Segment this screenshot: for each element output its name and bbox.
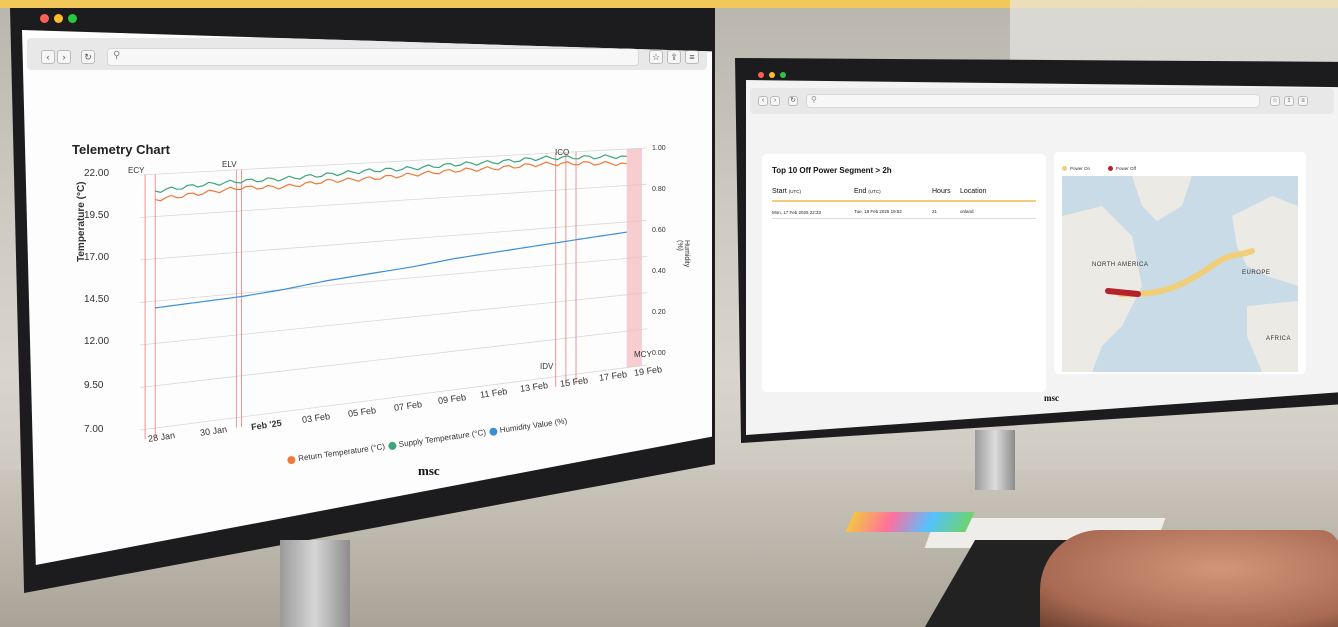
highlight-band <box>626 148 642 368</box>
land-north-america <box>1062 206 1142 372</box>
header-divider <box>772 200 1036 202</box>
legend-swatch <box>387 440 397 450</box>
gridline <box>139 256 648 303</box>
bookmark-icon[interactable]: ☆ <box>1270 96 1280 106</box>
close-window-button[interactable] <box>758 72 764 78</box>
row-divider <box>772 218 1036 219</box>
typing-hand <box>1040 530 1338 627</box>
left-window-controls <box>40 14 77 23</box>
right-screen: ‹ › ↻ ⚲ ☆ ⇪ ≡ Top 10 Off Power Segment >… <box>746 80 1338 435</box>
legend-item[interactable]: Power On <box>1070 166 1090 171</box>
column-header-location[interactable]: Location <box>960 188 986 195</box>
share-icon[interactable]: ⇪ <box>1284 96 1294 106</box>
legend-swatch <box>1062 166 1067 171</box>
marker-label: ICO <box>555 148 570 157</box>
map-legend: Power On Power Off <box>1062 166 1136 171</box>
legend-swatch <box>286 455 296 465</box>
close-window-button[interactable] <box>40 14 49 23</box>
table-cell: Mon, 17 Feb 2025 22:33 <box>772 210 822 215</box>
gridline <box>139 292 648 346</box>
off-power-table-card: Top 10 Off Power Segment > 2h Start (UTC… <box>762 154 1046 392</box>
marker-label: ECY <box>128 166 145 175</box>
marker-label: IDV <box>540 362 554 371</box>
reload-button[interactable]: ↻ <box>788 96 798 106</box>
gridline <box>139 183 648 218</box>
map-label: AFRICA <box>1266 336 1292 342</box>
maximize-window-button[interactable] <box>68 14 77 23</box>
address-bar[interactable]: ⚲ <box>806 94 1260 108</box>
legend-swatch <box>1108 166 1114 171</box>
legend-swatch <box>488 426 498 436</box>
map-label: EUROPE <box>1242 270 1271 276</box>
left-monitor-stand <box>280 540 350 627</box>
sticky-notes <box>845 512 975 532</box>
table-cell: 21 <box>932 209 938 214</box>
gridline <box>139 147 648 176</box>
marker-label: ELV <box>222 160 237 169</box>
column-header-hours[interactable]: Hours <box>932 188 951 195</box>
table-cell: onland <box>960 209 974 214</box>
menu-icon[interactable]: ≡ <box>1298 96 1308 106</box>
search-icon: ⚲ <box>811 95 817 104</box>
table-title: Top 10 Off Power Segment > 2h <box>772 166 892 175</box>
maximize-window-button[interactable] <box>780 72 786 78</box>
land-greenland <box>1132 176 1192 221</box>
right-monitor-stand <box>975 430 1015 490</box>
legend-item[interactable]: Power Off <box>1116 166 1136 171</box>
gridline <box>139 364 648 431</box>
msc-logo: msc <box>1044 393 1059 403</box>
table-cell: Tue, 18 Feb 2025 19:52 <box>854 209 902 214</box>
forward-button[interactable]: › <box>770 96 780 106</box>
minimize-window-button[interactable] <box>54 14 63 23</box>
minimize-window-button[interactable] <box>769 72 775 78</box>
power-map-card: Power On Power Off NORTH AMERICA EUROPE … <box>1054 152 1306 374</box>
browser-toolbar: ‹ › ↻ ⚲ ☆ ⇪ ≡ <box>750 88 1334 114</box>
column-header-start[interactable]: Start (UTC) <box>772 188 801 195</box>
power-off-route <box>1105 288 1141 297</box>
column-header-end[interactable]: End (UTC) <box>854 188 881 195</box>
msc-logo: msc <box>418 463 440 478</box>
marker-label: MCY <box>634 350 652 359</box>
route-map[interactable]: NORTH AMERICA EUROPE AFRICA <box>1062 176 1298 372</box>
back-button[interactable]: ‹ <box>758 96 768 106</box>
map-label: NORTH AMERICA <box>1092 262 1149 268</box>
right-window-controls <box>758 72 786 78</box>
